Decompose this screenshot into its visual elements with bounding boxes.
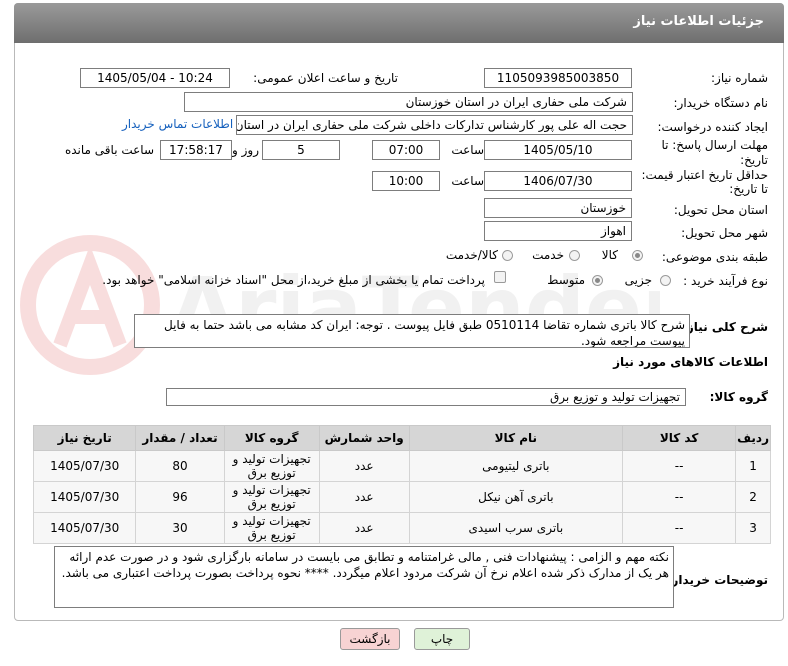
announce-field: 1405/05/04 - 10:24 — [80, 68, 230, 88]
valid-date-field: 1406/07/30 — [484, 171, 632, 191]
cell-code: -- — [622, 512, 737, 544]
col-code: کد کالا — [622, 425, 737, 451]
cell-qty: 80 — [135, 450, 225, 482]
cell-date: 1405/07/30 — [32, 450, 137, 482]
deadline-label: مهلت ارسال پاسخ: تا — [661, 138, 768, 152]
category-radio-both[interactable] — [502, 250, 513, 261]
items-table: ردیف کد کالا نام کالا واحد شمارش گروه کا… — [32, 425, 771, 544]
cell-qty: 96 — [135, 481, 225, 513]
col-group: گروه کالا — [223, 425, 320, 451]
cell-date: 1405/07/30 — [32, 512, 137, 544]
process-radio-minor[interactable] — [660, 275, 671, 286]
col-date: تاریخ نیاز — [32, 425, 137, 451]
cell-group: تجهیزات تولید و توزیع برق — [223, 481, 320, 513]
table-row: 3 -- باتری سرب اسیدی عدد تجهیزات تولید و… — [32, 512, 771, 544]
buyer-org-label: نام دستگاه خریدار: — [673, 96, 769, 110]
cell-group: تجهیزات تولید و توزیع برق — [223, 512, 320, 544]
cell-qty: 30 — [135, 512, 225, 544]
category-option-service: خدمت — [532, 248, 564, 262]
process-option-medium: متوسط — [547, 273, 585, 287]
city-label: شهر محل تحویل: — [681, 226, 768, 240]
description-label: شرح کلی نیاز: — [682, 320, 768, 334]
days-label: روز و — [232, 143, 259, 157]
category-option-both: کالا/خدمت — [445, 248, 498, 262]
buyer-notes-field: نکته مهم و الزامی : پیشنهادات فنی , مالی… — [54, 546, 674, 608]
cell-code: -- — [622, 481, 737, 513]
process-option-minor: جزیی — [624, 273, 652, 287]
cell-unit: عدد — [318, 481, 410, 513]
back-button[interactable]: بازگشت — [340, 628, 400, 650]
panel-header: جزئیات اطلاعات نیاز — [14, 3, 784, 43]
requester-field: حجت اله علی پور کارشناس تدارکات داخلی شر… — [236, 115, 633, 135]
cell-row: 1 — [735, 450, 771, 482]
province-field: خوزستان — [484, 198, 632, 218]
cell-name: باتری آهن نیکل — [408, 481, 624, 513]
province-label: استان محل تحویل: — [673, 203, 768, 217]
valid-hour-label: ساعت — [451, 174, 484, 188]
deadline-date-field: 1405/05/10 — [484, 140, 632, 160]
valid-time-field: 10:00 — [372, 171, 440, 191]
buyer-org-field: شرکت ملی حفاری ایران در استان خوزستان — [184, 92, 633, 112]
payment-checkbox[interactable] — [494, 271, 506, 283]
deadline-hour-label: ساعت — [451, 143, 484, 157]
days-field: 5 — [262, 140, 340, 160]
need-number-field: 1105093985003850 — [484, 68, 632, 88]
table-header-row: ردیف کد کالا نام کالا واحد شمارش گروه کا… — [32, 425, 771, 451]
cell-group: تجهیزات تولید و توزیع برق — [223, 450, 320, 482]
col-qty: تعداد / مقدار — [135, 425, 225, 451]
cell-date: 1405/07/30 — [32, 481, 137, 513]
category-label: طبقه بندی موضوعی: — [661, 250, 768, 264]
category-radio-service[interactable] — [569, 250, 580, 261]
table-row: 2 -- باتری آهن نیکل عدد تجهیزات تولید و … — [32, 481, 771, 513]
cell-name: باتری سرب اسیدی — [408, 512, 624, 544]
cell-row: 3 — [735, 512, 771, 544]
city-field: اهواز — [484, 221, 632, 241]
cell-name: باتری لیتیومی — [408, 450, 624, 482]
goods-info-title: اطلاعات کالاهای مورد نیاز — [613, 355, 768, 369]
description-field: شرح کالا باتری شماره تقاضا 0510114 طبق ف… — [134, 314, 690, 348]
remaining-time-field: 17:58:17 — [160, 140, 232, 160]
process-label: نوع فرآیند خرید : — [683, 274, 768, 288]
col-unit: واحد شمارش — [318, 425, 410, 451]
col-name: نام کالا — [408, 425, 624, 451]
cell-unit: عدد — [318, 512, 410, 544]
requester-label: ایجاد کننده درخواست: — [657, 120, 768, 134]
process-radio-medium[interactable] — [592, 275, 603, 286]
deadline-label-2: تاریخ: — [740, 153, 768, 167]
col-row: ردیف — [735, 425, 771, 451]
cell-row: 2 — [735, 481, 771, 513]
print-button[interactable]: چاپ — [414, 628, 470, 650]
min-valid-label: حداقل تاریخ اعتبار قیمت: — [641, 168, 768, 182]
table-row: 1 -- باتری لیتیومی عدد تجهیزات تولید و ت… — [32, 450, 771, 482]
category-radio-goods[interactable] — [632, 250, 643, 261]
deadline-time-field: 07:00 — [372, 140, 440, 160]
panel-title: جزئیات اطلاعات نیاز — [633, 14, 764, 29]
contact-info-link[interactable]: اطلاعات تماس خریدار — [122, 117, 233, 131]
goods-group-label: گروه کالا: — [709, 390, 768, 404]
category-option-goods: کالا — [601, 248, 618, 262]
min-valid-label-2: تا تاریخ: — [729, 182, 768, 196]
need-number-label: شماره نیاز: — [711, 71, 768, 85]
announce-label: تاریخ و ساعت اعلان عمومی: — [253, 71, 398, 85]
goods-group-field: تجهیزات تولید و توزیع برق — [166, 388, 686, 406]
cell-unit: عدد — [318, 450, 410, 482]
payment-note: پرداخت تمام یا بخشی از مبلغ خرید،از محل … — [102, 273, 485, 287]
remaining-time-label: ساعت باقی مانده — [64, 143, 154, 157]
cell-code: -- — [622, 450, 737, 482]
buyer-notes-label: توضیحات خریدار: — [666, 573, 768, 587]
